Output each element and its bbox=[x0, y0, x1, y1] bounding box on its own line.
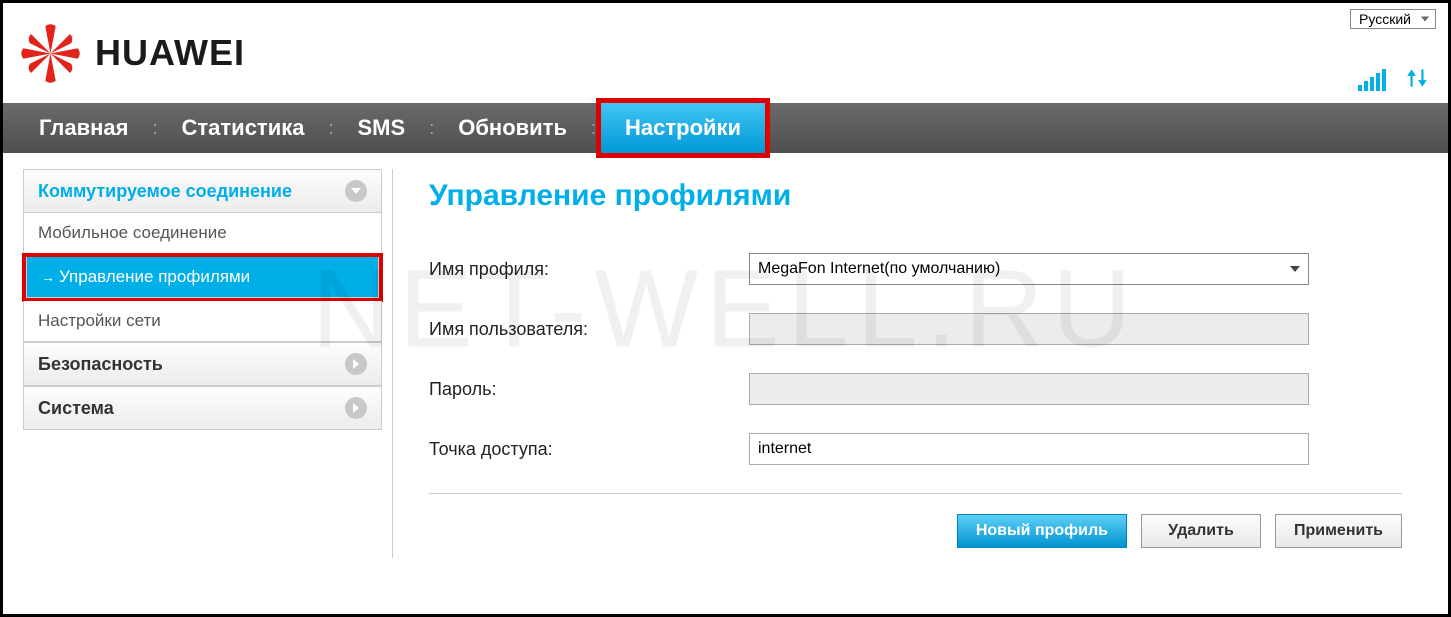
input-password[interactable] bbox=[749, 373, 1309, 405]
chevron-right-icon bbox=[345, 353, 367, 375]
content: Коммутируемое соединение Мобильное соеди… bbox=[3, 153, 1448, 574]
delete-button[interactable]: Удалить bbox=[1141, 514, 1261, 548]
nav-sms[interactable]: SMS bbox=[334, 103, 430, 153]
updown-arrows-icon bbox=[1404, 65, 1430, 91]
input-apn[interactable] bbox=[749, 433, 1309, 465]
main-panel: Управление профилями Имя профиля: MegaFo… bbox=[393, 169, 1438, 558]
navbar: Главная : Статистика : SMS : Обновить : … bbox=[3, 103, 1448, 153]
row-password: Пароль: bbox=[429, 373, 1402, 405]
row-apn: Точка доступа: bbox=[429, 433, 1402, 465]
chevron-right-icon bbox=[345, 397, 367, 419]
logo-area: HUAWEI bbox=[18, 21, 245, 86]
row-username: Имя пользователя: bbox=[429, 313, 1402, 345]
language-select[interactable]: Русский bbox=[1350, 9, 1436, 29]
sidebar-item-profiles-label: Управление профилями bbox=[59, 267, 250, 287]
chevron-down-icon bbox=[345, 180, 367, 202]
label-profile-name: Имя профиля: bbox=[429, 259, 749, 280]
button-row: Новый профиль Удалить Применить bbox=[429, 514, 1402, 548]
brand-text: HUAWEI bbox=[95, 32, 245, 74]
language-value: Русский bbox=[1359, 11, 1411, 27]
sidebar-section-dialup[interactable]: Коммутируемое соединение bbox=[23, 169, 382, 213]
sidebar: Коммутируемое соединение Мобильное соеди… bbox=[13, 169, 393, 558]
label-apn: Точка доступа: bbox=[429, 439, 749, 460]
sidebar-item-profiles[interactable]: Управление профилями bbox=[26, 257, 379, 298]
page-title: Управление профилями bbox=[429, 179, 1402, 213]
huawei-logo-icon bbox=[18, 21, 83, 86]
sidebar-section-system[interactable]: Система bbox=[23, 386, 382, 430]
select-profile-name[interactable]: MegaFon Internet(по умолчанию) bbox=[749, 253, 1309, 285]
label-username: Имя пользователя: bbox=[429, 319, 749, 340]
label-password: Пароль: bbox=[429, 379, 749, 400]
status-icons bbox=[1358, 65, 1430, 91]
divider bbox=[429, 493, 1402, 494]
nav-update[interactable]: Обновить bbox=[434, 103, 591, 153]
header: HUAWEI Русский bbox=[3, 3, 1448, 103]
apply-button[interactable]: Применить bbox=[1275, 514, 1402, 548]
signal-icon bbox=[1358, 69, 1386, 91]
sidebar-section-security-label: Безопасность bbox=[38, 354, 163, 375]
row-profile-name: Имя профиля: MegaFon Internet(по умолчан… bbox=[429, 253, 1402, 285]
nav-settings[interactable]: Настройки bbox=[601, 103, 765, 153]
nav-stats[interactable]: Статистика bbox=[158, 103, 329, 153]
input-username[interactable] bbox=[749, 313, 1309, 345]
sidebar-item-network[interactable]: Настройки сети bbox=[23, 301, 382, 342]
sidebar-item-profiles-highlight: Управление профилями bbox=[22, 253, 383, 302]
nav-home[interactable]: Главная bbox=[15, 103, 152, 153]
sidebar-section-dialup-label: Коммутируемое соединение bbox=[38, 181, 292, 202]
sidebar-section-system-label: Система bbox=[38, 398, 114, 419]
select-profile-name-value: MegaFon Internet(по умолчанию) bbox=[758, 260, 1000, 278]
new-profile-button[interactable]: Новый профиль bbox=[957, 514, 1127, 548]
sidebar-section-security[interactable]: Безопасность bbox=[23, 342, 382, 386]
sidebar-item-mobile[interactable]: Мобильное соединение bbox=[23, 213, 382, 254]
nav-settings-highlight: Настройки bbox=[596, 98, 770, 158]
